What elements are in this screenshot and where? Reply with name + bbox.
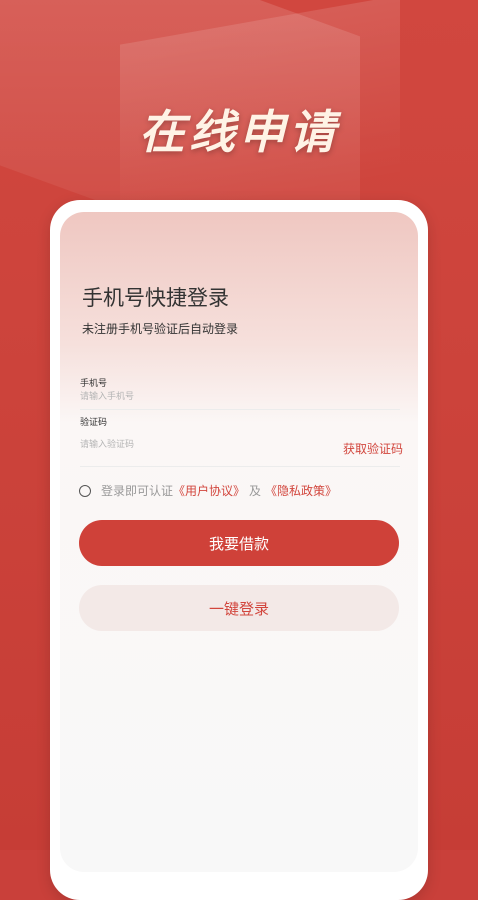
login-title: 手机号快捷登录 [82,286,229,310]
user-agreement-link[interactable]: 《用户协议》 [173,482,245,499]
login-subtitle: 未注册手机号验证后自动登录 [82,322,239,336]
agreement-conj: 及 [249,484,262,498]
code-input[interactable] [80,436,330,454]
agreement-prefix: 登录即可认证 [101,484,174,498]
one-click-login-button[interactable]: 一键登录 [79,585,399,631]
agreement-radio[interactable] [79,484,91,497]
code-divider [80,466,400,467]
hero-title: 在线申请 [139,105,339,159]
phone-input[interactable] [80,388,400,406]
agreement-row: 登录即可认证 《用户协议》 及 《隐私政策》 [79,482,337,499]
get-code-button[interactable]: 获取验证码 [343,440,403,457]
phone-divider [80,409,400,410]
privacy-policy-link[interactable]: 《隐私政策》 [265,482,337,499]
borrow-button[interactable]: 我要借款 [79,520,399,566]
code-label: 验证码 [80,418,108,428]
